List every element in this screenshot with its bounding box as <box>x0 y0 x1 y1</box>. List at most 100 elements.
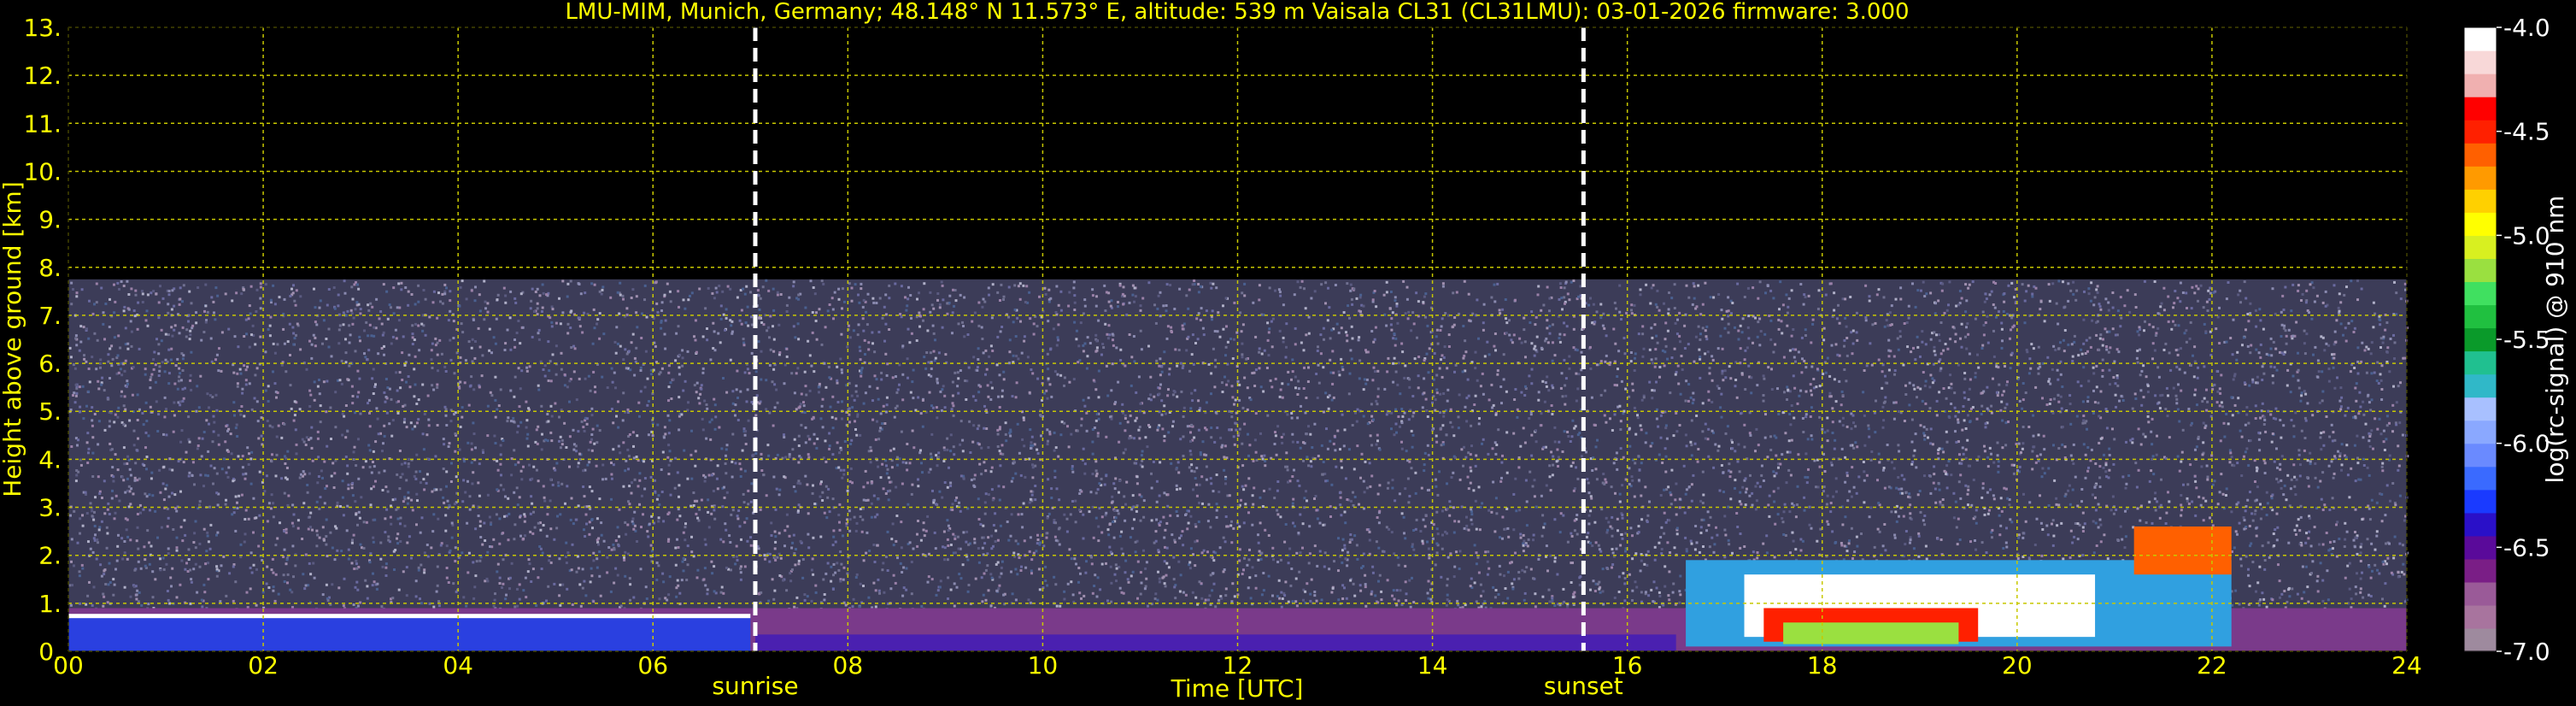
noise-speckle <box>686 563 689 567</box>
noise-speckle <box>873 561 877 563</box>
noise-speckle <box>415 523 418 527</box>
noise-speckle <box>352 603 355 606</box>
noise-speckle <box>1316 350 1319 352</box>
noise-speckle <box>2041 467 2045 470</box>
noise-speckle <box>660 321 663 324</box>
noise-speckle <box>2225 494 2227 497</box>
noise-speckle <box>513 463 517 467</box>
noise-speckle <box>682 298 685 302</box>
noise-speckle <box>1210 436 1213 439</box>
noise-speckle <box>2345 444 2349 447</box>
noise-speckle <box>490 394 494 397</box>
noise-speckle <box>1525 500 1529 503</box>
noise-speckle <box>1966 492 1969 496</box>
noise-speckle <box>202 331 206 333</box>
noise-speckle <box>283 491 286 495</box>
noise-speckle <box>900 285 903 288</box>
noise-speckle <box>1898 515 1900 518</box>
noise-speckle <box>924 529 928 532</box>
noise-speckle <box>2051 519 2055 522</box>
noise-speckle <box>1210 392 1212 396</box>
noise-speckle <box>2230 456 2233 459</box>
noise-speckle <box>633 510 637 514</box>
noise-speckle <box>537 388 541 391</box>
noise-speckle <box>613 371 616 374</box>
noise-speckle <box>2165 386 2168 390</box>
noise-speckle <box>722 377 725 379</box>
noise-speckle <box>1397 563 1400 567</box>
noise-speckle <box>1248 444 1252 447</box>
noise-speckle <box>493 598 496 602</box>
noise-speckle <box>1969 540 1972 544</box>
noise-speckle <box>1185 294 1188 297</box>
noise-speckle <box>1342 311 1346 314</box>
noise-speckle <box>324 487 327 490</box>
noise-speckle <box>1390 531 1394 534</box>
noise-speckle <box>2273 366 2276 369</box>
noise-speckle <box>149 386 152 390</box>
noise-speckle <box>316 430 320 433</box>
noise-speckle <box>2049 382 2052 385</box>
noise-speckle <box>1829 395 1833 398</box>
noise-speckle <box>344 404 348 407</box>
noise-speckle <box>1810 393 1813 397</box>
noise-speckle <box>842 473 846 476</box>
noise-speckle <box>1748 432 1752 435</box>
noise-speckle <box>269 315 273 319</box>
noise-speckle <box>1615 547 1618 550</box>
noise-speckle <box>729 287 732 291</box>
noise-speckle <box>1947 303 1950 307</box>
noise-speckle <box>1173 391 1177 394</box>
noise-speckle <box>572 428 575 432</box>
noise-speckle <box>215 565 219 568</box>
noise-speckle <box>376 582 379 585</box>
noise-speckle <box>1954 415 1957 418</box>
noise-speckle <box>450 462 453 465</box>
noise-speckle <box>2381 462 2385 465</box>
noise-speckle <box>1731 302 1734 304</box>
noise-speckle <box>2243 280 2246 284</box>
noise-speckle <box>2306 459 2309 462</box>
noise-speckle <box>1403 532 1405 535</box>
noise-speckle <box>1786 450 1789 454</box>
noise-speckle <box>2083 421 2086 425</box>
noise-speckle <box>1499 536 1501 539</box>
noise-speckle <box>1105 562 1107 565</box>
noise-speckle <box>1301 522 1305 526</box>
noise-speckle <box>1532 533 1535 537</box>
noise-speckle <box>577 504 580 508</box>
noise-speckle <box>355 513 358 516</box>
noise-speckle <box>1638 468 1641 472</box>
noise-speckle <box>1701 470 1705 474</box>
noise-speckle <box>2131 441 2134 444</box>
noise-speckle <box>2282 424 2286 427</box>
noise-speckle <box>1482 590 1485 593</box>
noise-speckle <box>2032 414 2035 417</box>
noise-speckle <box>350 562 354 565</box>
noise-speckle <box>1607 521 1611 524</box>
noise-speckle <box>1327 286 1329 290</box>
noise-speckle <box>682 389 685 392</box>
noise-speckle <box>478 462 481 466</box>
noise-speckle <box>859 508 862 510</box>
noise-speckle <box>2205 409 2209 412</box>
noise-speckle <box>948 466 950 469</box>
noise-speckle <box>372 461 374 463</box>
noise-speckle <box>739 390 742 393</box>
noise-speckle <box>1094 491 1098 495</box>
noise-speckle <box>1873 545 1876 549</box>
noise-speckle <box>373 580 376 584</box>
noise-speckle <box>1534 323 1537 327</box>
noise-speckle <box>454 560 457 562</box>
noise-speckle <box>1576 514 1579 516</box>
noise-speckle <box>843 300 846 303</box>
noise-speckle <box>173 324 177 327</box>
noise-speckle <box>1704 352 1707 356</box>
noise-speckle <box>97 420 101 423</box>
noise-speckle <box>721 290 725 293</box>
noise-speckle <box>1534 315 1538 319</box>
noise-speckle <box>1423 295 1426 298</box>
noise-speckle <box>1635 585 1639 589</box>
noise-speckle <box>871 297 875 300</box>
noise-speckle <box>248 304 251 308</box>
